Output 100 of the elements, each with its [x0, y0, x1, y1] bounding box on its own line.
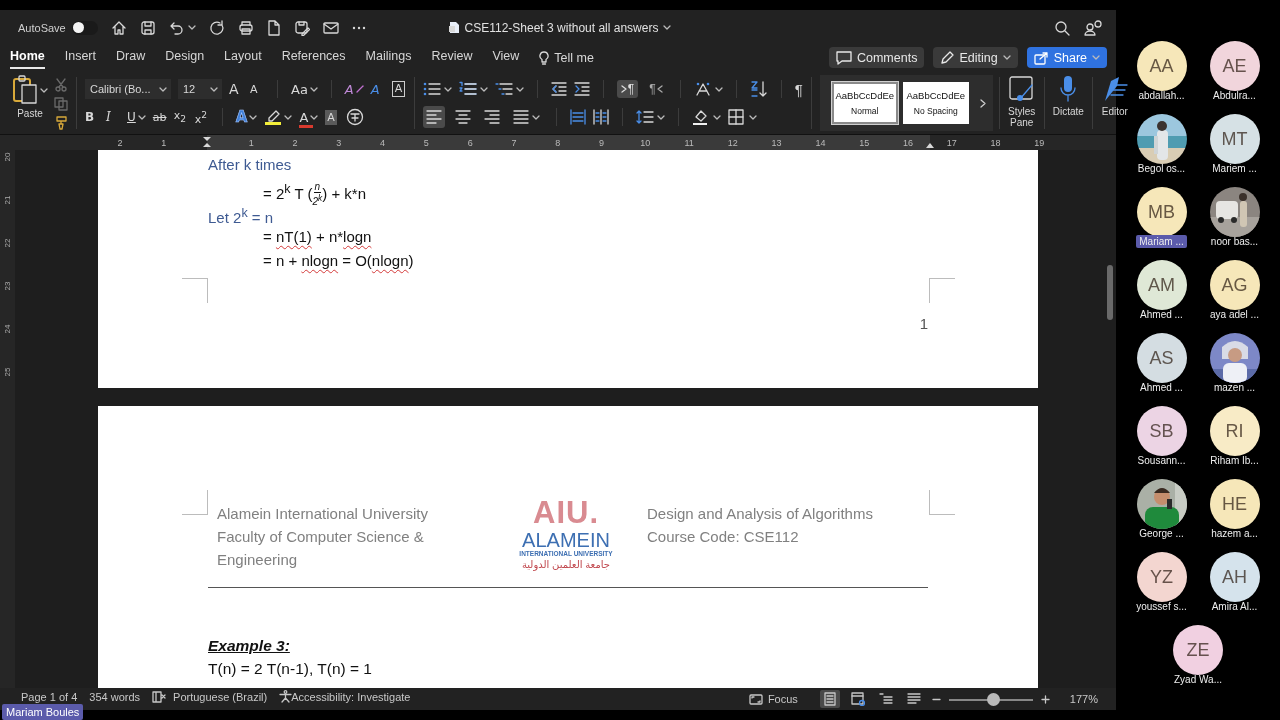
search-icon[interactable]: [1054, 19, 1070, 36]
new-document-icon[interactable]: [266, 19, 281, 36]
superscript-button[interactable]: x$^{2}$: [194, 108, 209, 126]
redo-icon[interactable]: [208, 19, 225, 36]
copy-icon[interactable]: [54, 97, 68, 111]
caret-icon[interactable]: [137, 114, 146, 120]
dictate-button[interactable]: Dictate: [1052, 75, 1084, 131]
ribbon-tab[interactable]: Draw: [116, 46, 155, 69]
pencil-icon[interactable]: [940, 50, 955, 65]
caret-icon[interactable]: [249, 114, 258, 120]
microphone-icon[interactable]: [1060, 75, 1077, 103]
caret-icon[interactable]: [310, 114, 319, 120]
ribbon-tab[interactable]: Design: [165, 46, 214, 69]
increase-indent-icon[interactable]: [573, 82, 590, 96]
lightbulb-icon[interactable]: [539, 50, 550, 65]
caret-icon[interactable]: [663, 25, 672, 30]
avatar[interactable]: AE: [1209, 41, 1260, 91]
font-size-dropdown[interactable]: 12: [178, 79, 222, 99]
format-painter-icon[interactable]: [54, 116, 68, 130]
caret-icon[interactable]: [748, 114, 757, 120]
ribbon-tab[interactable]: Home: [10, 46, 45, 69]
focus-icon[interactable]: [748, 693, 763, 705]
phonetic-guide-button[interactable]: [346, 108, 365, 126]
comments-button[interactable]: Comments: [828, 47, 925, 68]
borders-icon[interactable]: [727, 109, 746, 125]
caret-icon[interactable]: [187, 25, 196, 30]
shrink-font-button[interactable]: A: [250, 82, 264, 96]
save-as-icon[interactable]: [293, 19, 310, 36]
left-to-right-button[interactable]: ¶: [616, 80, 639, 98]
people-icon[interactable]: [1084, 19, 1102, 36]
avatar[interactable]: SB: [1136, 406, 1187, 456]
avatar[interactable]: MB: [1136, 187, 1187, 237]
columns-icon[interactable]: [569, 109, 586, 125]
character-border-button[interactable]: A: [391, 81, 406, 97]
clipboard-icon[interactable]: [12, 75, 38, 105]
right-to-left-button[interactable]: ¶: [645, 80, 667, 98]
arrow-right-icon[interactable]: [620, 85, 627, 93]
ribbon-tab[interactable]: Layout: [224, 46, 271, 69]
ribbon-tab[interactable]: References: [281, 46, 355, 69]
align-justify-icon[interactable]: [512, 109, 529, 125]
zoom-in-icon[interactable]: [1040, 694, 1050, 704]
avatar[interactable]: MT: [1209, 114, 1260, 164]
avatar[interactable]: AA: [1136, 41, 1187, 91]
tell-me-button[interactable]: Tell me: [539, 50, 594, 65]
print-icon[interactable]: [237, 19, 254, 36]
highlight-button[interactable]: [264, 109, 293, 125]
avatar[interactable]: HE: [1209, 479, 1260, 529]
caret-icon[interactable]: [1002, 55, 1011, 60]
arrow-left-icon[interactable]: [656, 85, 663, 93]
zoom-slider-thumb[interactable]: [987, 693, 1001, 706]
font-color-button[interactable]: A: [299, 109, 319, 125]
style-card[interactable]: AaBbCcDdEe No Spacing: [902, 82, 969, 124]
clear-formatting-button[interactable]: A: [344, 81, 364, 97]
bullets-icon[interactable]: [422, 81, 441, 97]
caret-icon[interactable]: [159, 86, 167, 92]
bold-button[interactable]: B: [85, 110, 99, 124]
avatar[interactable]: ZE: [1173, 625, 1223, 675]
strikethrough-button[interactable]: ab: [152, 110, 167, 124]
change-case-button[interactable]: Aa: [291, 81, 318, 97]
text-outline-button[interactable]: A: [370, 81, 385, 97]
caret-icon[interactable]: [714, 86, 723, 92]
caret-icon[interactable]: [40, 87, 48, 93]
autosave-toggle[interactable]: [71, 20, 98, 35]
editing-button[interactable]: Editing: [933, 47, 1018, 68]
save-icon[interactable]: [139, 19, 156, 36]
avatar[interactable]: RI: [1209, 406, 1260, 456]
proofing-icon[interactable]: [152, 690, 167, 703]
accessibility-icon[interactable]: [279, 690, 293, 703]
ribbon-tab[interactable]: Mailings: [365, 46, 421, 69]
highlighter-icon[interactable]: [264, 109, 283, 125]
focus-button[interactable]: Focus: [748, 693, 798, 705]
paintbrush-icon[interactable]: [1007, 75, 1036, 103]
underline-button[interactable]: U: [127, 110, 146, 124]
distributed-icon[interactable]: [592, 109, 609, 125]
caret-icon[interactable]: [656, 114, 665, 120]
avatar[interactable]: AG: [1209, 260, 1260, 310]
style-card[interactable]: AaBbCcDdEe Normal: [831, 82, 898, 124]
caret-icon[interactable]: [284, 114, 293, 120]
language-text[interactable]: Portuguese (Brazil): [173, 690, 268, 703]
chevron-right-icon[interactable]: [979, 98, 986, 108]
italic-button[interactable]: I: [106, 110, 120, 124]
character-shading-button[interactable]: A: [325, 109, 340, 125]
caret-icon[interactable]: [531, 114, 540, 120]
indent-marker-icon[interactable]: [202, 136, 212, 148]
subscript-button[interactable]: x$_{2}$: [173, 109, 188, 125]
accessibility-status[interactable]: Accessibility: Investigate: [279, 690, 411, 703]
styles-pane-button[interactable]: Styles Pane: [1007, 75, 1036, 131]
paste-button[interactable]: Paste: [12, 75, 48, 131]
editor-button[interactable]: Editor: [1100, 75, 1129, 131]
caret-icon[interactable]: [515, 86, 524, 92]
numbering-icon[interactable]: [458, 81, 477, 97]
zoom-percentage[interactable]: 177%: [1069, 693, 1098, 705]
sort-icon[interactable]: [749, 80, 768, 98]
avatar[interactable]: AS: [1136, 333, 1187, 383]
ribbon-tab[interactable]: Review: [431, 46, 482, 69]
more-icon[interactable]: [351, 25, 366, 30]
scissors-icon[interactable]: [54, 78, 68, 92]
text-effects-button[interactable]: A: [235, 108, 258, 126]
document-title[interactable]: CSE112-Sheet 3 without all answers: [464, 20, 659, 35]
caret-icon[interactable]: [712, 114, 721, 120]
